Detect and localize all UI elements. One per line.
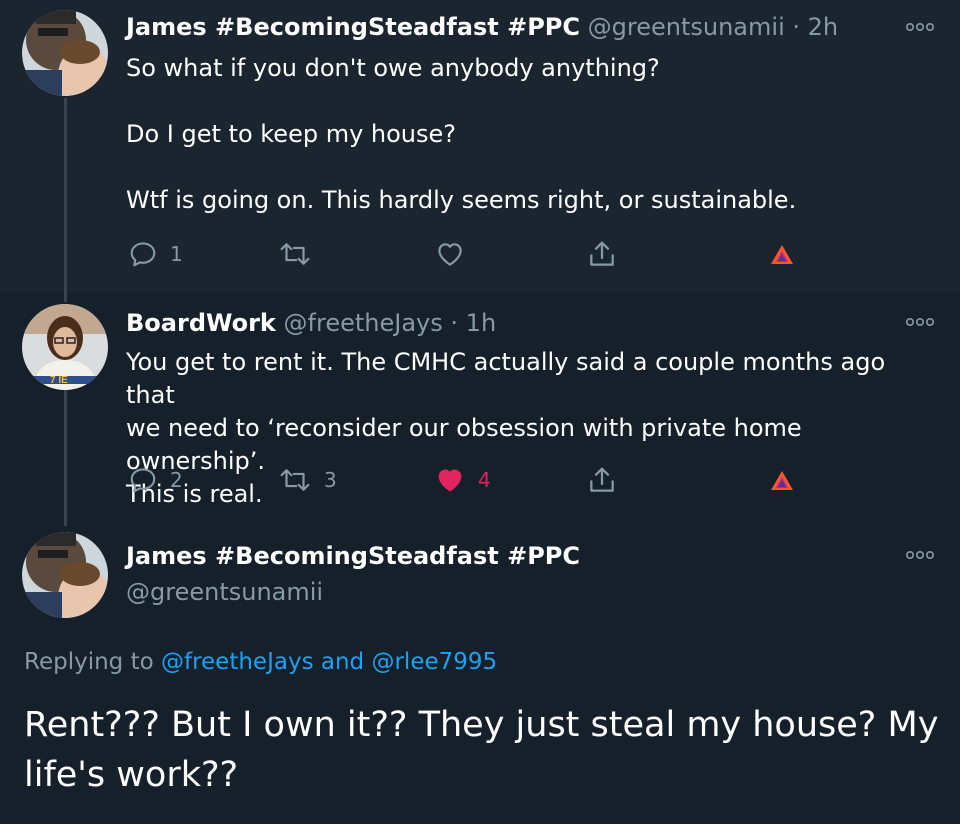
avatar-photo-icon — [22, 10, 108, 96]
reply-count: 2 — [170, 468, 183, 492]
brave-tip-button[interactable] — [768, 236, 796, 272]
tweet-text-line: Do I get to keep my house? — [126, 120, 457, 148]
share-icon — [590, 241, 614, 266]
timestamp[interactable]: 2h — [808, 13, 838, 41]
reply-count: 1 — [170, 242, 183, 266]
tweet-text: So what if you don't owe anybody anythin… — [126, 52, 926, 217]
share-icon — [590, 467, 614, 492]
tweet-1[interactable]: James #BecomingSteadfast #PPC @greentsun… — [0, 0, 960, 292]
display-name[interactable]: James #BecomingSteadfast #PPC — [126, 13, 580, 41]
thread-line — [64, 390, 67, 514]
tweet-header: James #BecomingSteadfast #PPC @greentsun… — [126, 12, 838, 42]
tweet-text-line: Rent??? But I own it?? They just steal m… — [24, 705, 939, 745]
avatar[interactable] — [22, 10, 108, 96]
tweet-text-line: life's work?? — [24, 755, 239, 795]
avatar-photo-icon — [22, 532, 108, 618]
thread-line — [64, 292, 67, 302]
avatar-photo-icon: 7 IE — [22, 304, 108, 390]
retweet-icon — [280, 243, 310, 265]
tweet-actions: 2 3 4 — [126, 462, 826, 498]
reply-button[interactable]: 1 — [128, 236, 183, 272]
display-name[interactable]: BoardWork — [126, 309, 276, 337]
user-handle[interactable]: @freetheJays — [284, 309, 443, 337]
retweet-count: 3 — [324, 468, 337, 492]
share-button[interactable] — [586, 236, 618, 272]
like-button[interactable]: 4 — [434, 462, 491, 498]
reply-bubble-icon — [130, 242, 156, 267]
tweet-header: BoardWork @freetheJays · 1h — [126, 308, 496, 338]
more-options-icon[interactable] — [906, 550, 934, 560]
thread-line — [64, 98, 67, 292]
svg-text:7 IE: 7 IE — [50, 375, 68, 386]
mention-link[interactable]: @freetheJays — [161, 649, 314, 675]
tweet-actions: 1 — [126, 236, 826, 272]
like-button[interactable] — [434, 236, 466, 272]
tweet-text-line: You get to rent it. The CMHC actually sa… — [126, 348, 886, 409]
brave-triangle-icon — [771, 471, 793, 490]
tweet-text-line: Wtf is going on. This hardly seems right… — [126, 186, 797, 214]
user-handle[interactable]: @greentsunamii — [126, 576, 323, 608]
like-count: 4 — [478, 468, 491, 492]
display-name[interactable]: James #BecomingSteadfast #PPC — [126, 540, 580, 572]
retweet-button[interactable] — [278, 236, 312, 272]
heart-filled-icon — [438, 469, 462, 492]
reply-button[interactable]: 2 — [128, 462, 183, 498]
separator-dot: · — [450, 309, 459, 337]
mention-link[interactable]: @rlee7995 — [371, 649, 497, 675]
user-handle[interactable]: @greentsunamii — [588, 13, 785, 41]
tweet-text-line: So what if you don't owe anybody anythin… — [126, 54, 660, 82]
retweet-icon — [280, 469, 310, 491]
reply-bubble-icon — [130, 468, 156, 493]
retweet-button[interactable]: 3 — [278, 462, 337, 498]
brave-triangle-icon — [771, 245, 793, 264]
share-button[interactable] — [586, 462, 618, 498]
avatar[interactable]: 7 IE — [22, 304, 108, 390]
thread-line — [64, 514, 67, 526]
replying-prefix: Replying to — [24, 649, 154, 675]
more-options-icon[interactable] — [906, 22, 934, 32]
separator-dot: · — [792, 13, 801, 41]
timestamp[interactable]: 1h — [466, 309, 496, 337]
focused-tweet-text: Rent??? But I own it?? They just steal m… — [24, 700, 944, 800]
focused-tweet[interactable]: James #BecomingSteadfast #PPC @greentsun… — [0, 514, 960, 824]
replying-to: Replying to @freetheJays and @rlee7995 — [24, 647, 497, 677]
heart-icon — [438, 243, 462, 266]
brave-tip-button[interactable] — [768, 462, 796, 498]
more-options-icon[interactable] — [906, 317, 934, 327]
tweet-2[interactable]: 7 IE BoardWork @freetheJays · 1h You get… — [0, 292, 960, 514]
avatar[interactable] — [22, 532, 108, 618]
replying-and[interactable]: and — [321, 649, 364, 675]
